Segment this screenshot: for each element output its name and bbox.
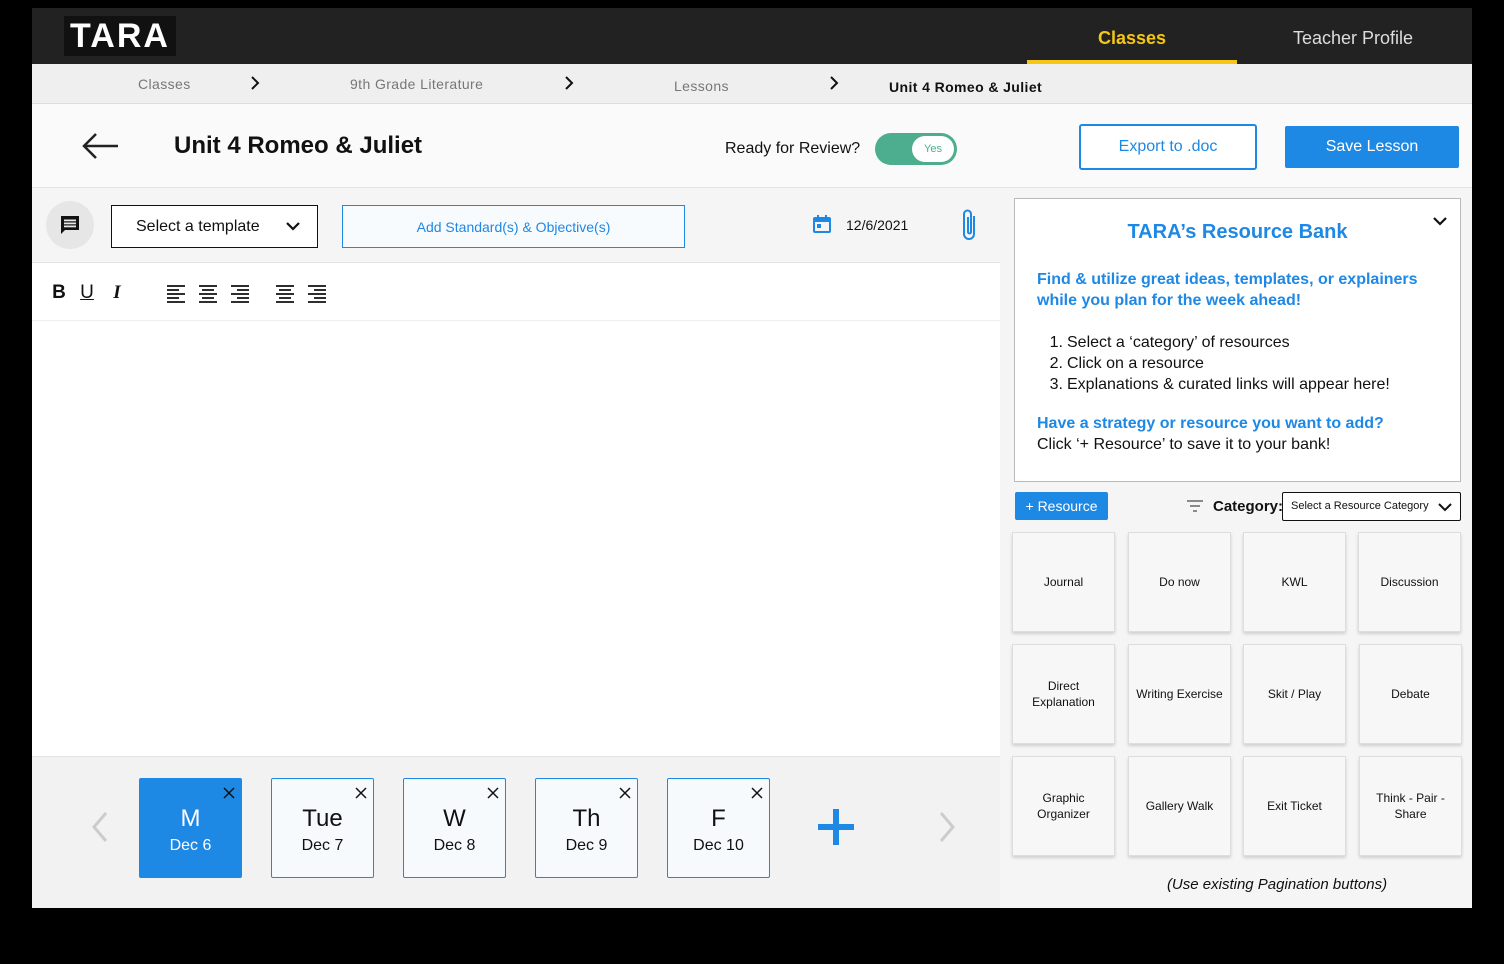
category-select[interactable]: Select a Resource Category (1282, 492, 1461, 521)
resource-bank-title: TARA’s Resource Bank (1127, 221, 1348, 243)
nav-classes[interactable]: Classes (1027, 8, 1237, 64)
app-window: TARA Classes Teacher Profile Classes 9th… (32, 8, 1472, 908)
category-label: Category: (1213, 498, 1284, 515)
resource-bank-steps: 1. Select a ‘category’ of resources 2. Cli… (1037, 332, 1457, 395)
close-icon[interactable] (355, 787, 367, 799)
align-right-icon[interactable] (230, 283, 250, 303)
breadcrumb-grade[interactable]: 9th Grade Literature (350, 76, 483, 92)
add-resource-button[interactable]: + Resource (1015, 492, 1108, 520)
top-nav-bar: TARA Classes Teacher Profile (32, 8, 1472, 64)
export-doc-button[interactable]: Export to .doc (1079, 124, 1257, 170)
resource-tile[interactable]: Direct Explanation (1012, 644, 1115, 744)
close-icon[interactable] (619, 787, 631, 799)
breadcrumb-current: Unit 4 Romeo & Juliet (889, 79, 1043, 95)
tara-logo[interactable]: TARA (64, 16, 176, 56)
pagination-note: (Use existing Pagination buttons) (1166, 876, 1388, 893)
filter-icon (1187, 500, 1203, 512)
day-card-thu[interactable]: Th Dec 9 (535, 778, 638, 878)
save-lesson-button[interactable]: Save Lesson (1285, 126, 1459, 168)
day-abbr: M (180, 805, 201, 832)
underline-icon[interactable]: U (77, 283, 97, 303)
resource-bank-click-note: Click ‘+ Resource’ to save it to your ba… (1037, 436, 1331, 453)
lesson-text-area[interactable] (32, 321, 1000, 756)
editor-toolbar: Select a template Add Standard(s) & Obje… (32, 188, 1000, 263)
lesson-header: Unit 4 Romeo & Juliet Ready for Review? … (32, 104, 1472, 188)
justify-right-icon[interactable] (307, 283, 327, 303)
chevron-right-icon[interactable] (935, 809, 959, 845)
day-card-mon[interactable]: M Dec 6 (139, 778, 242, 878)
chevron-down-icon[interactable] (1432, 215, 1448, 227)
close-icon[interactable] (487, 787, 499, 799)
day-selector: M Dec 6 Tue Dec 7 W Dec 8 Th Dec 9 F Dec… (32, 756, 1000, 908)
resource-tile[interactable]: Writing Exercise (1128, 644, 1231, 744)
add-standards-button[interactable]: Add Standard(s) & Objective(s) (342, 205, 685, 248)
template-select[interactable]: Select a template (111, 205, 318, 248)
template-select-value: Select a template (136, 218, 260, 235)
chevron-down-icon (1438, 503, 1452, 512)
resource-tile[interactable]: Do now (1128, 532, 1231, 632)
lesson-date[interactable]: 12/6/2021 (846, 217, 908, 233)
resource-tile[interactable]: Debate (1359, 644, 1462, 744)
breadcrumb-classes[interactable]: Classes (138, 76, 191, 92)
review-toggle[interactable]: Yes (875, 133, 957, 165)
comment-icon (61, 216, 79, 234)
resource-bank-question: Have a strategy or resource you want to … (1037, 415, 1384, 432)
back-arrow-icon[interactable] (78, 130, 122, 162)
breadcrumb-lessons[interactable]: Lessons (674, 78, 729, 94)
close-icon[interactable] (223, 787, 235, 799)
paperclip-icon[interactable] (960, 208, 980, 244)
resource-tile[interactable]: Graphic Organizer (1012, 756, 1115, 856)
day-date: Dec 8 (433, 837, 476, 854)
day-date: Dec 7 (301, 837, 344, 854)
comment-button[interactable] (46, 201, 94, 249)
day-abbr: W (443, 805, 466, 832)
lesson-editor: Select a template Add Standard(s) & Obje… (32, 188, 1000, 756)
resource-tile[interactable]: Discussion (1358, 532, 1461, 632)
resource-bank-panel: TARA’s Resource Bank Find & utilize grea… (1002, 188, 1472, 908)
calendar-icon[interactable] (812, 214, 832, 234)
page-title: Unit 4 Romeo & Juliet (174, 132, 423, 159)
review-label: Ready for Review? (725, 140, 861, 157)
justify-center-icon[interactable] (275, 283, 295, 303)
step-item: 1. Select a ‘category’ of resources (1049, 334, 1290, 351)
chevron-right-icon (251, 76, 260, 90)
nav-teacher-profile[interactable]: Teacher Profile (1262, 8, 1444, 64)
resource-bank-info: TARA’s Resource Bank Find & utilize grea… (1014, 198, 1461, 482)
close-icon[interactable] (751, 787, 763, 799)
resource-bank-intro: Find & utilize great ideas, templates, o… (1037, 271, 1418, 309)
day-date: Dec 9 (565, 837, 608, 854)
day-abbr: Th (572, 805, 601, 832)
align-center-icon[interactable] (198, 283, 218, 303)
breadcrumb: Classes 9th Grade Literature Lessons Uni… (32, 64, 1472, 104)
day-card-fri[interactable]: F Dec 10 (667, 778, 770, 878)
chevron-left-icon[interactable] (88, 809, 112, 845)
resource-tile[interactable]: Skit / Play (1243, 644, 1346, 744)
day-abbr: F (711, 805, 726, 832)
category-select-value: Select a Resource Category (1291, 500, 1429, 512)
italic-icon[interactable]: I (107, 283, 127, 303)
day-card-tue[interactable]: Tue Dec 7 (271, 778, 374, 878)
align-left-icon[interactable] (166, 283, 186, 303)
resource-tile[interactable]: Think - Pair - Share (1359, 756, 1462, 856)
day-abbr: Tue (302, 805, 343, 832)
step-item: 2. Click on a resource (1049, 355, 1204, 372)
chevron-right-icon (565, 76, 574, 90)
resource-tile[interactable]: KWL (1243, 532, 1346, 632)
format-toolbar: B U I (32, 263, 1000, 321)
resource-tile[interactable]: Gallery Walk (1128, 756, 1231, 856)
add-day-plus-icon[interactable] (816, 807, 856, 847)
day-date: Dec 10 (693, 837, 744, 854)
review-toggle-knob: Yes (912, 136, 954, 162)
chevron-right-icon (830, 76, 839, 90)
day-card-wed[interactable]: W Dec 8 (403, 778, 506, 878)
chevron-down-icon (286, 222, 300, 231)
resource-tile[interactable]: Journal (1012, 532, 1115, 632)
step-item: 3. Explanations & curated links will appe… (1049, 376, 1390, 393)
bold-icon[interactable]: B (49, 283, 69, 303)
resource-tile[interactable]: Exit Ticket (1243, 756, 1346, 856)
day-date: Dec 6 (169, 837, 212, 854)
